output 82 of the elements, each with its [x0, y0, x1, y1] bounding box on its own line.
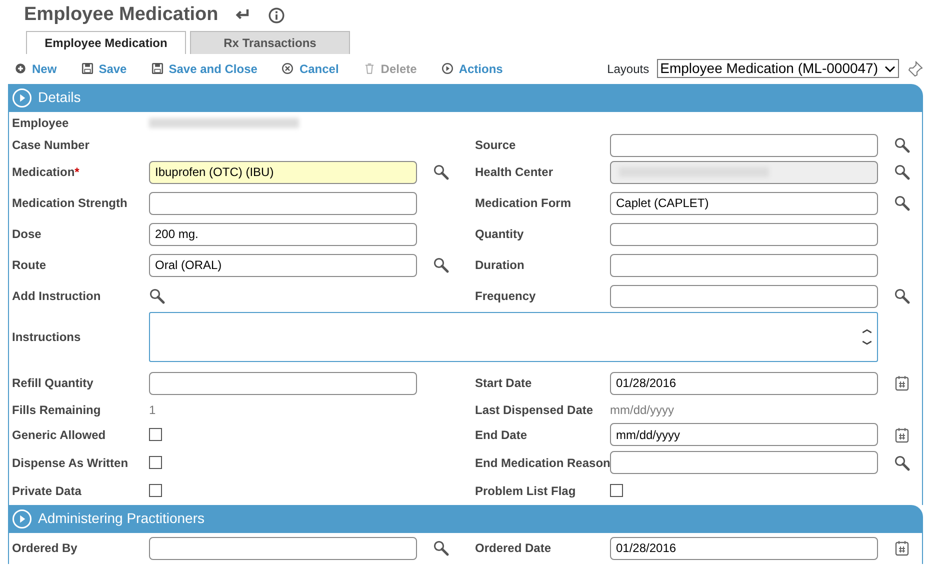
plus-icon: [14, 62, 27, 76]
page-title: Employee Medication: [24, 4, 218, 27]
search-icon[interactable]: [894, 288, 910, 304]
field-label: Quantity: [474, 226, 525, 244]
field-label: Problem List Flag: [474, 482, 577, 500]
field-label: Source: [474, 137, 517, 154]
field-label: Last Dispensed Date: [474, 402, 594, 419]
input-field[interactable]: [610, 222, 878, 246]
field-value: 1: [149, 402, 156, 419]
x-circle-icon: [281, 62, 294, 76]
toolbar-button[interactable]: Save: [80, 60, 127, 78]
field-label: Route: [11, 257, 47, 274]
checkbox[interactable]: [149, 456, 162, 470]
input-field[interactable]: Oral (ORAL): [149, 254, 417, 277]
date-field[interactable]: 01/28/2016: [610, 372, 878, 395]
input-field[interactable]: [149, 536, 417, 560]
trash-icon: [362, 62, 376, 76]
search-icon[interactable]: [433, 164, 449, 180]
field-label: Ordered By: [11, 540, 78, 558]
search-icon[interactable]: [433, 257, 449, 274]
input-field[interactable]: [610, 254, 878, 277]
input-field[interactable]: [149, 372, 417, 395]
pin-icon[interactable]: [907, 60, 923, 77]
date-field[interactable]: mm/dd/yyyy: [610, 423, 878, 446]
checkbox[interactable]: [610, 484, 623, 498]
required-marker: *: [74, 164, 80, 182]
section-title: Details: [38, 88, 81, 108]
tab[interactable]: Rx Transactions: [190, 30, 350, 54]
textarea-field[interactable]: [149, 312, 878, 362]
input-field[interactable]: [610, 134, 878, 157]
input-field[interactable]: 200 mg.: [149, 222, 417, 246]
placeholder-text: mm/dd/yyyy: [610, 402, 674, 419]
input-field[interactable]: [610, 451, 878, 474]
field-label: End Medication Reason: [474, 454, 610, 472]
search-icon[interactable]: [149, 288, 165, 304]
field-label: Add Instruction: [11, 288, 102, 306]
input-field[interactable]: Caplet (CAPLET): [610, 192, 878, 215]
calendar-icon[interactable]: [894, 375, 910, 392]
play-circle-icon: [12, 88, 32, 108]
field-label: Generic Allowed: [11, 426, 107, 444]
field-label: Frequency: [474, 288, 537, 306]
search-icon[interactable]: [433, 540, 449, 556]
toolbar-button[interactable]: Save and Close: [150, 60, 258, 78]
layouts-dropdown[interactable]: Employee Medication (ML-000047): [657, 59, 899, 78]
search-icon[interactable]: [894, 195, 910, 212]
layouts-label: Layouts: [607, 60, 650, 78]
checkbox[interactable]: [149, 428, 162, 442]
search-icon[interactable]: [894, 454, 910, 471]
tab[interactable]: Employee Medication: [26, 30, 186, 54]
search-icon[interactable]: [894, 164, 910, 180]
field-label: Private Data: [11, 482, 82, 500]
field-label: Refill Quantity: [11, 375, 94, 392]
toolbar-button[interactable]: Actions: [440, 60, 503, 78]
field-label: Employee: [11, 114, 70, 132]
field-label: Ordered Date: [474, 540, 552, 558]
field-label: Case Number: [11, 137, 90, 154]
checkbox[interactable]: [149, 484, 162, 498]
play-circle-icon: [440, 62, 454, 76]
field-label: Start Date: [474, 375, 533, 392]
input-field[interactable]: [610, 160, 878, 184]
field-label: Medication Strength: [11, 195, 128, 212]
field-label: Instructions: [11, 328, 82, 346]
field-label: Dispense As Written: [11, 454, 130, 472]
input-field[interactable]: [149, 192, 417, 215]
field-label: Duration: [474, 257, 526, 274]
field-label: Health Center: [474, 164, 554, 182]
date-field[interactable]: 01/28/2016: [610, 536, 878, 560]
field-label: Fills Remaining: [11, 402, 102, 419]
field-label: Dose: [11, 226, 42, 244]
calendar-icon[interactable]: [894, 540, 910, 556]
info-icon[interactable]: [268, 6, 286, 24]
field-label: Medication*: [11, 162, 80, 184]
toolbar-button[interactable]: New: [14, 60, 57, 78]
input-field[interactable]: Ibuprofen (OTC) (IBU): [149, 160, 417, 184]
input-field[interactable]: [610, 284, 878, 308]
calendar-icon[interactable]: [894, 426, 910, 443]
field-label: End Date: [474, 426, 528, 444]
search-icon[interactable]: [894, 137, 910, 154]
section-title: Administering Practitioners: [38, 509, 205, 528]
toolbar-button[interactable]: Cancel: [281, 60, 339, 78]
field-label: Medication Form: [474, 195, 572, 212]
play-circle-icon: [12, 508, 32, 529]
